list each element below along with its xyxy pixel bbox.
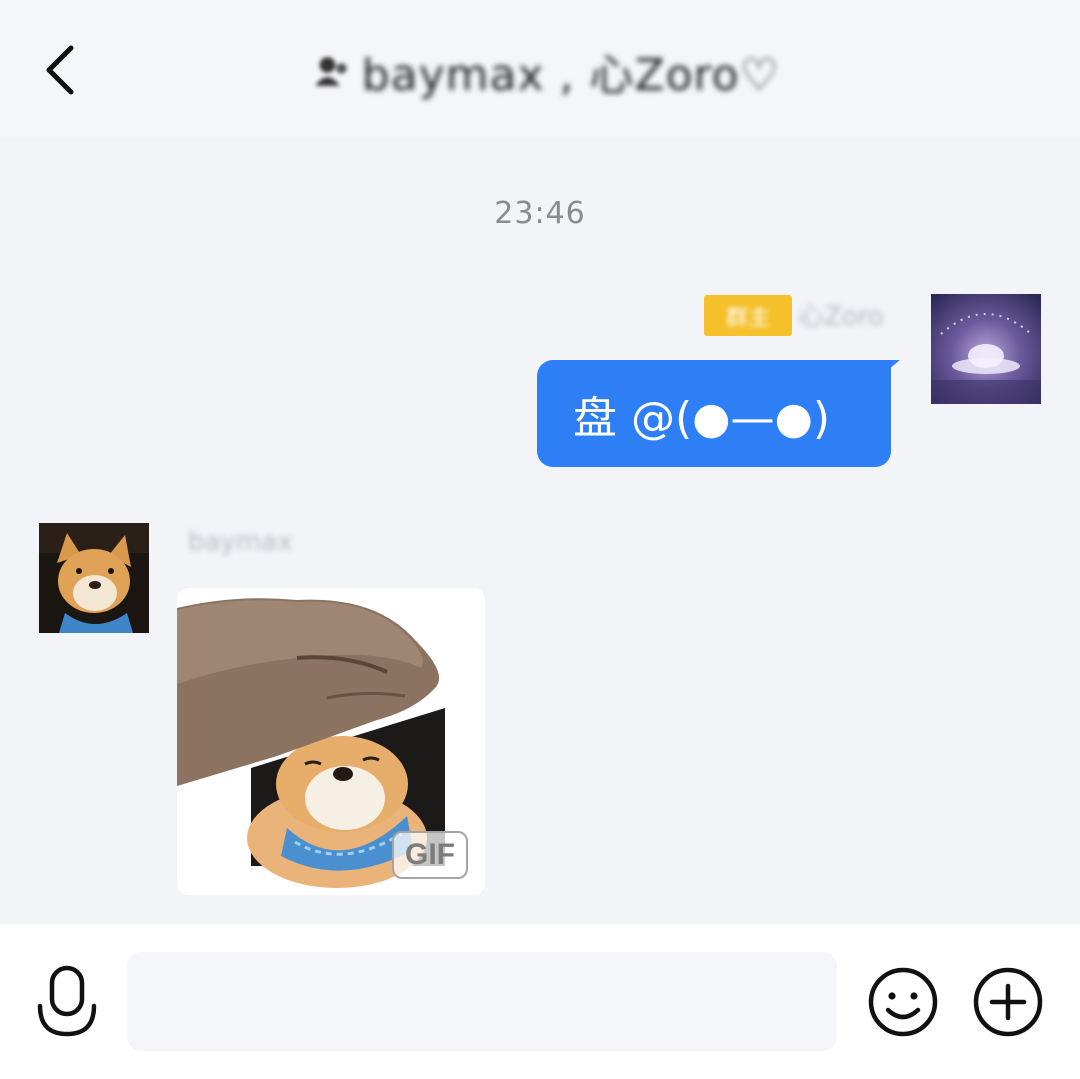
plus-circle-icon xyxy=(973,967,1043,1037)
group-icon xyxy=(315,57,347,86)
smiley-icon xyxy=(868,967,938,1037)
chat-title[interactable]: baymax , 心Zoro♡ xyxy=(310,40,780,102)
gif-badge: GIF xyxy=(392,831,468,879)
avatar-outgoing[interactable] xyxy=(931,294,1041,404)
chat-title-text: baymax , 心Zoro♡ xyxy=(361,50,780,101)
chevron-left-icon xyxy=(46,45,74,95)
owner-badge: 群主 xyxy=(704,295,792,336)
message-bubble-outgoing[interactable]: 盘 @(●—●) xyxy=(537,360,891,467)
sender-name-incoming: baymax xyxy=(188,527,293,557)
message-timestamp: 23:46 xyxy=(494,196,586,231)
voice-button[interactable] xyxy=(32,962,102,1042)
more-button[interactable] xyxy=(972,966,1044,1038)
bubble-tail xyxy=(878,360,900,378)
back-button[interactable] xyxy=(30,38,90,102)
microphone-icon xyxy=(37,965,97,1037)
owner-badge-label: 群主 xyxy=(725,305,770,331)
avatar-image xyxy=(931,294,1041,404)
emoji-button[interactable] xyxy=(867,966,939,1038)
shiba-avatar-image xyxy=(39,523,149,633)
message-input[interactable] xyxy=(127,952,837,1051)
avatar-incoming[interactable] xyxy=(39,523,149,633)
sender-name-outgoing: 心Zoro xyxy=(798,302,884,332)
chat-header: baymax , 心Zoro♡ xyxy=(0,0,1080,138)
